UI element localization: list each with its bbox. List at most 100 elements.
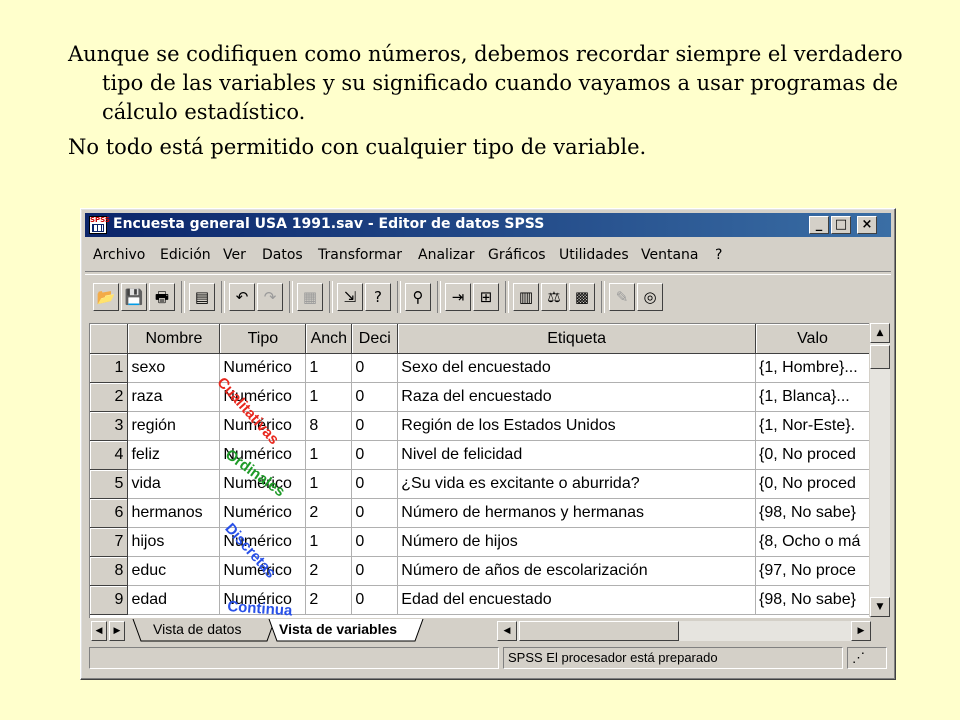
horizontal-scroll-thumb[interactable] bbox=[519, 621, 679, 641]
cell-decimales[interactable]: 0 bbox=[351, 498, 399, 528]
save-icon[interactable]: 💾 bbox=[121, 283, 147, 311]
cell-valores[interactable]: {1, Hombre}... bbox=[755, 353, 870, 383]
cell-nombre[interactable]: feliz bbox=[127, 440, 221, 470]
minimize-button[interactable]: _ bbox=[809, 216, 829, 234]
cell-etiqueta[interactable]: Región de los Estados Unidos bbox=[397, 411, 756, 441]
corner-cell[interactable] bbox=[90, 324, 129, 354]
cell-nombre[interactable]: edad bbox=[127, 585, 221, 615]
cell-decimales[interactable]: 0 bbox=[351, 382, 399, 412]
menu-datos[interactable]: Datos bbox=[262, 247, 303, 263]
row-number[interactable]: 8 bbox=[90, 556, 129, 586]
cell-nombre[interactable]: hermanos bbox=[127, 498, 221, 528]
row-number[interactable]: 3 bbox=[90, 411, 129, 441]
scroll-down-icon[interactable]: ▼ bbox=[870, 597, 890, 617]
row-number[interactable]: 6 bbox=[90, 498, 129, 528]
redo-icon[interactable]: ↷ bbox=[257, 283, 283, 311]
column-header[interactable]: Anch bbox=[305, 324, 353, 354]
cell-decimales[interactable]: 0 bbox=[351, 527, 399, 557]
undo-icon[interactable]: ↶ bbox=[229, 283, 255, 311]
scroll-thumb[interactable] bbox=[870, 345, 890, 369]
resize-grip-icon[interactable]: ⋰ bbox=[847, 647, 887, 669]
vertical-scrollbar[interactable]: ▲ ▼ bbox=[869, 323, 890, 617]
spss-app-icon[interactable]: SPSS bbox=[89, 216, 110, 234]
menu-utilidades[interactable]: Utilidades bbox=[559, 247, 629, 263]
variables-info-icon[interactable]: ? bbox=[365, 283, 391, 311]
tab-data-view[interactable]: Vista de datos bbox=[153, 619, 241, 641]
menu-graficos[interactable]: Gráficos bbox=[488, 247, 546, 263]
weight-cases-icon[interactable]: ⚖ bbox=[541, 283, 567, 311]
goto-case-icon[interactable]: ⇲ bbox=[337, 283, 363, 311]
use-sets-icon[interactable]: ◎ bbox=[637, 283, 663, 311]
row-number[interactable]: 2 bbox=[90, 382, 129, 412]
cell-valores[interactable]: {1, Nor-Este}. bbox=[755, 411, 870, 441]
row-number[interactable]: 7 bbox=[90, 527, 129, 557]
scroll-right-icon[interactable]: ▶ bbox=[851, 621, 871, 641]
cell-etiqueta[interactable]: ¿Su vida es excitante o aburrida? bbox=[397, 469, 756, 499]
cell-tipo[interactable]: Numérico bbox=[219, 353, 307, 383]
cell-etiqueta[interactable]: Edad del encuestado bbox=[397, 585, 756, 615]
cell-etiqueta[interactable]: Raza del encuestado bbox=[397, 382, 756, 412]
insert-case-icon[interactable]: ⇥ bbox=[445, 283, 471, 311]
cell-anchura[interactable]: 1 bbox=[305, 440, 353, 470]
column-header[interactable]: Nombre bbox=[127, 324, 221, 354]
goto-chart-icon[interactable]: ▦ bbox=[297, 283, 323, 311]
title-bar[interactable]: SPSS Encuesta general USA 1991.sav - Edi… bbox=[85, 213, 891, 237]
open-icon[interactable]: 📂 bbox=[93, 283, 119, 311]
column-header[interactable]: Valo bbox=[755, 324, 870, 354]
cell-nombre[interactable]: hijos bbox=[127, 527, 221, 557]
select-cases-icon[interactable]: ▩ bbox=[569, 283, 595, 311]
cell-valores[interactable]: {8, Ocho o má bbox=[755, 527, 870, 557]
dialog-recall-icon[interactable]: ▤ bbox=[189, 283, 215, 311]
menu-analizar[interactable]: Analizar bbox=[418, 247, 475, 263]
insert-variable-icon[interactable]: ⊞ bbox=[473, 283, 499, 311]
cell-etiqueta[interactable]: Número de hijos bbox=[397, 527, 756, 557]
cell-anchura[interactable]: 1 bbox=[305, 469, 353, 499]
cell-anchura[interactable]: 1 bbox=[305, 353, 353, 383]
horizontal-scrollbar[interactable]: ◀ ▶ bbox=[497, 621, 871, 641]
cell-nombre[interactable]: sexo bbox=[127, 353, 221, 383]
menu-help[interactable]: ? bbox=[715, 247, 722, 263]
cell-valores[interactable]: {97, No proce bbox=[755, 556, 870, 586]
menu-edicion[interactable]: Edición bbox=[160, 247, 211, 263]
column-header[interactable]: Etiqueta bbox=[397, 324, 756, 354]
scroll-up-icon[interactable]: ▲ bbox=[870, 323, 890, 343]
cell-valores[interactable]: {1, Blanca}... bbox=[755, 382, 870, 412]
cell-valores[interactable]: {98, No sabe} bbox=[755, 498, 870, 528]
tab-variable-view[interactable]: Vista de variables bbox=[279, 619, 397, 641]
print-icon[interactable]: 🖶 bbox=[149, 283, 175, 311]
find-icon[interactable]: ⚲ bbox=[405, 283, 431, 311]
cell-anchura[interactable]: 1 bbox=[305, 382, 353, 412]
column-header[interactable]: Tipo bbox=[219, 324, 307, 354]
cell-etiqueta[interactable]: Sexo del encuestado bbox=[397, 353, 756, 383]
tab-scroll-left-icon[interactable]: ◀ bbox=[91, 621, 107, 641]
cell-anchura[interactable]: 1 bbox=[305, 527, 353, 557]
cell-anchura[interactable]: 2 bbox=[305, 498, 353, 528]
cell-etiqueta[interactable]: Nivel de felicidad bbox=[397, 440, 756, 470]
cell-anchura[interactable]: 8 bbox=[305, 411, 353, 441]
cell-decimales[interactable]: 0 bbox=[351, 469, 399, 499]
menu-transformar[interactable]: Transformar bbox=[318, 247, 402, 263]
cell-nombre[interactable]: raza bbox=[127, 382, 221, 412]
cell-valores[interactable]: {98, No sabe} bbox=[755, 585, 870, 615]
cell-anchura[interactable]: 2 bbox=[305, 556, 353, 586]
maximize-button[interactable]: □ bbox=[831, 216, 851, 234]
cell-decimales[interactable]: 0 bbox=[351, 585, 399, 615]
cell-anchura[interactable]: 2 bbox=[305, 585, 353, 615]
menu-archivo[interactable]: Archivo bbox=[93, 247, 145, 263]
menu-ver[interactable]: Ver bbox=[223, 247, 246, 263]
menu-ventana[interactable]: Ventana bbox=[641, 247, 699, 263]
close-button[interactable]: × bbox=[857, 216, 877, 234]
cell-etiqueta[interactable]: Número de años de escolarización bbox=[397, 556, 756, 586]
cell-valores[interactable]: {0, No proced bbox=[755, 440, 870, 470]
row-number[interactable]: 4 bbox=[90, 440, 129, 470]
split-file-icon[interactable]: ▥ bbox=[513, 283, 539, 311]
cell-decimales[interactable]: 0 bbox=[351, 440, 399, 470]
cell-etiqueta[interactable]: Número de hermanos y hermanas bbox=[397, 498, 756, 528]
column-header[interactable]: Deci bbox=[351, 324, 399, 354]
value-labels-icon[interactable]: ✎ bbox=[609, 283, 635, 311]
cell-decimales[interactable]: 0 bbox=[351, 353, 399, 383]
row-number[interactable]: 1 bbox=[90, 353, 129, 383]
row-number[interactable]: 9 bbox=[90, 585, 129, 615]
cell-decimales[interactable]: 0 bbox=[351, 556, 399, 586]
cell-nombre[interactable]: vida bbox=[127, 469, 221, 499]
